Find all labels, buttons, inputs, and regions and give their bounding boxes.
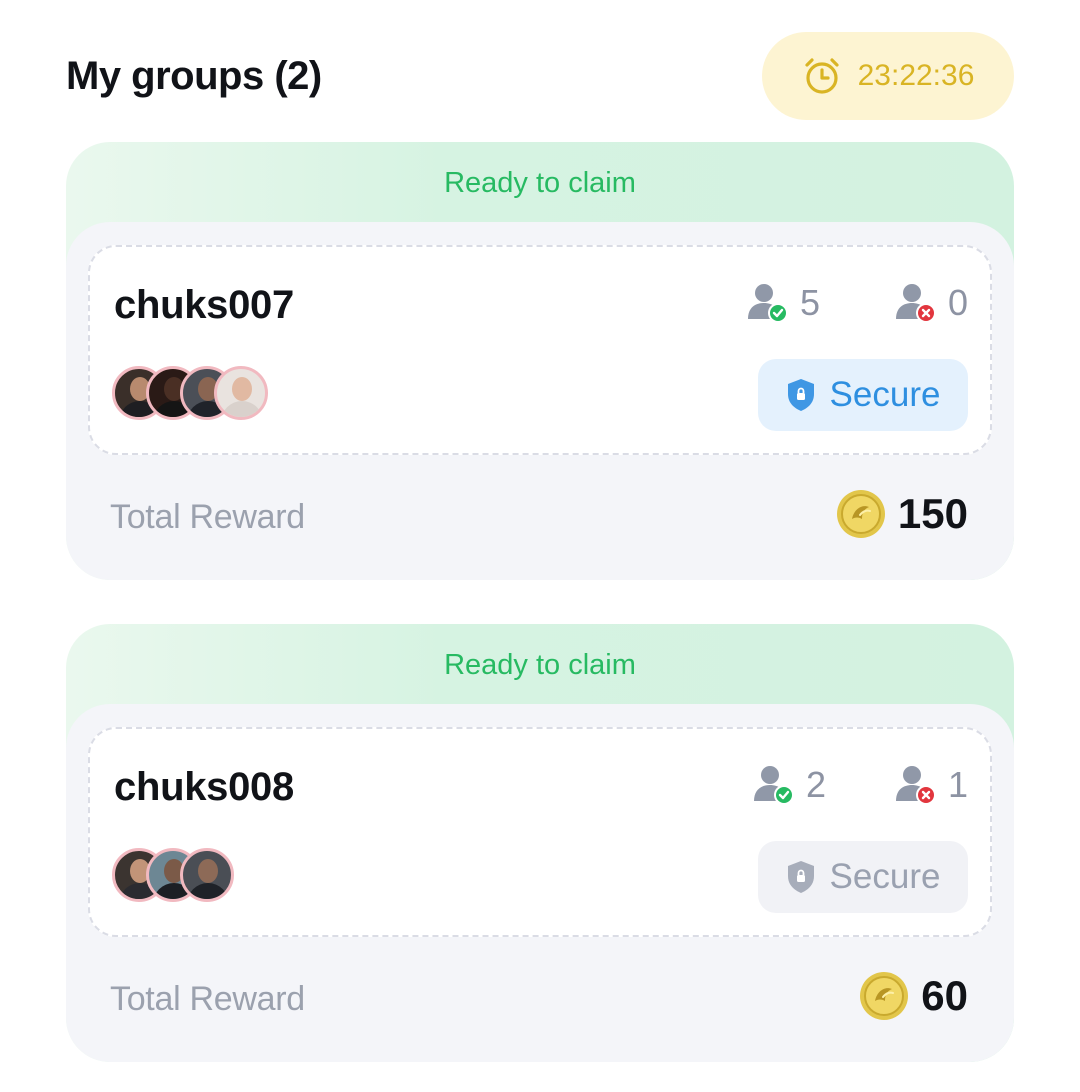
total-reward: 150 — [836, 484, 968, 544]
secure-label: Secure — [829, 375, 941, 414]
rejected-count: 0 — [947, 282, 968, 323]
user-check-icon — [747, 284, 788, 323]
reward-value: 150 — [897, 490, 968, 537]
alarm-clock-icon — [805, 58, 839, 94]
joined-count: 5 — [799, 282, 820, 323]
secure-badge[interactable]: Secure — [758, 359, 968, 431]
card-body: chuks007 5 0 Secure Total Reward 150 — [66, 222, 1014, 580]
group-details-panel: chuks008 2 1 Secure — [88, 727, 992, 937]
card-body: chuks008 2 1 Secure Total Reward 60 — [66, 704, 1014, 1062]
joined-count: 2 — [805, 764, 826, 805]
avatar — [214, 366, 268, 420]
status-banner: Ready to claim — [444, 166, 636, 199]
shield-lock-icon — [787, 379, 814, 411]
groups-header: My groups (2) 23:22:36 — [66, 32, 1014, 120]
secure-label: Secure — [829, 857, 941, 896]
group-name: chuks008 — [114, 765, 294, 809]
shield-lock-icon — [787, 861, 814, 893]
timer-value: 23:22:36 — [857, 59, 975, 92]
status-banner: Ready to claim — [444, 648, 636, 681]
user-x-icon — [895, 284, 936, 323]
reward-value: 60 — [921, 972, 968, 1019]
group-name: chuks007 — [114, 283, 294, 327]
avatar — [180, 848, 234, 902]
group-details-panel: chuks007 5 0 Secure — [88, 245, 992, 455]
rejected-members-stat: 1 — [894, 763, 968, 807]
rejected-count: 1 — [947, 764, 968, 805]
joined-members-stat: 2 — [752, 763, 826, 807]
joined-members-stat: 5 — [746, 281, 820, 325]
user-check-icon — [753, 766, 794, 805]
total-reward-label: Total Reward — [110, 498, 305, 536]
page-title: My groups (2) — [66, 54, 322, 98]
coin-icon — [860, 972, 909, 1020]
group-card[interactable]: Ready to claim chuks007 5 0 Secure Total… — [66, 142, 1014, 580]
total-reward: 60 — [859, 966, 968, 1026]
secure-badge[interactable]: Secure — [758, 841, 968, 913]
user-x-icon — [895, 766, 936, 805]
group-card[interactable]: Ready to claim chuks008 2 1 Secure Total… — [66, 624, 1014, 1062]
rejected-members-stat: 0 — [894, 281, 968, 325]
countdown-timer: 23:22:36 — [762, 32, 1014, 120]
coin-icon — [836, 490, 885, 538]
total-reward-label: Total Reward — [110, 980, 305, 1018]
